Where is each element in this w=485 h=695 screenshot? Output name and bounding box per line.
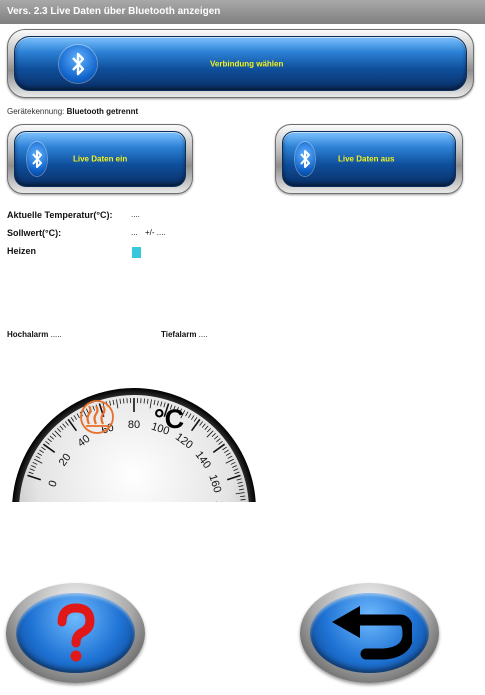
device-status: Gerätekennung: Bluetooth getrennt xyxy=(7,107,138,116)
setpoint-label: Sollwert(°C): xyxy=(7,228,62,238)
heating-label: Heizen xyxy=(7,246,37,256)
connect-button-bezel: Verbindung wählen xyxy=(7,29,474,98)
bluetooth-icon xyxy=(59,44,97,83)
gauge-unit-label: °C xyxy=(154,404,184,434)
gauge-tick-label: 80 xyxy=(128,419,140,431)
bluetooth-icon xyxy=(27,142,47,176)
current-temperature-value: .... xyxy=(131,210,140,219)
temperature-gauge: 020406080100120140160180 °C xyxy=(12,388,256,505)
help-button[interactable] xyxy=(6,583,145,683)
window-title-bar: Vers. 2.3 Live Daten über Bluetooth anze… xyxy=(0,0,485,24)
live-off-bezel: Live Daten aus xyxy=(275,124,463,194)
select-connection-button[interactable]: Verbindung wählen xyxy=(14,36,467,91)
help-button-face xyxy=(16,593,135,673)
gauge-tick-label: 180 xyxy=(213,501,225,505)
setpoint-tolerance: +/- .... xyxy=(145,228,166,237)
device-value: Bluetooth getrennt xyxy=(66,107,139,116)
live-data-off-label: Live Daten aus xyxy=(338,154,395,164)
select-connection-label: Verbindung wählen xyxy=(210,59,284,68)
question-mark-icon xyxy=(57,603,95,662)
live-data-off-button[interactable]: Live Daten aus xyxy=(282,131,456,187)
back-button-face xyxy=(310,593,429,673)
back-arrow-icon xyxy=(331,606,412,660)
current-temperature-label: Aktuelle Temperatur(°C): xyxy=(7,210,113,220)
live-data-on-label: Live Daten ein xyxy=(73,154,128,164)
live-data-on-button[interactable]: Live Daten ein xyxy=(14,131,186,187)
heating-indicator[interactable] xyxy=(132,247,141,258)
setpoint-value: ... xyxy=(131,228,138,237)
device-label: Gerätekennung: xyxy=(7,107,65,116)
back-button[interactable] xyxy=(300,583,439,683)
bluetooth-icon xyxy=(295,142,315,176)
live-on-bezel: Live Daten ein xyxy=(7,124,193,194)
